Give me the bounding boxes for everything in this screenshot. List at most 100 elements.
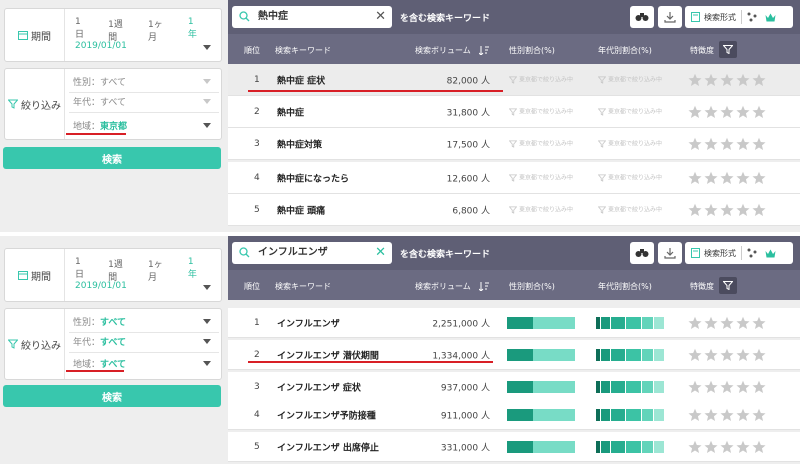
age-select[interactable]: 年代：すべて	[69, 95, 219, 113]
star-icon[interactable]	[688, 137, 702, 151]
star-icon[interactable]	[688, 380, 702, 394]
tab-1day[interactable]: 1日	[75, 17, 86, 43]
star-icon[interactable]	[720, 171, 734, 185]
star-icon[interactable]	[688, 316, 702, 330]
region-select[interactable]: 地域：すべて	[69, 357, 219, 375]
search-button[interactable]: 検索	[3, 147, 221, 169]
star-icon[interactable]	[752, 137, 766, 151]
star-icon[interactable]	[720, 137, 734, 151]
star-icon[interactable]	[720, 203, 734, 217]
star-icon[interactable]	[736, 203, 750, 217]
star-icon[interactable]	[736, 73, 750, 87]
star-icon[interactable]	[704, 440, 718, 454]
star-icon[interactable]	[704, 171, 718, 185]
star-icon[interactable]	[736, 171, 750, 185]
download-button[interactable]	[658, 242, 682, 264]
star-icon[interactable]	[752, 171, 766, 185]
star-icon[interactable]	[704, 137, 718, 151]
table-row[interactable]: 4 インフルエンザ予防接種 911,000 人	[228, 400, 800, 430]
row-keyword[interactable]: 熱中症になったら	[277, 171, 349, 184]
star-icon[interactable]	[736, 380, 750, 394]
star-icon[interactable]	[752, 380, 766, 394]
row-keyword[interactable]: 熱中症	[277, 105, 304, 118]
star-icon[interactable]	[720, 440, 734, 454]
tab-1year[interactable]: 1年	[188, 17, 199, 43]
sort-icon[interactable]	[479, 282, 489, 291]
tab-1month[interactable]: 1ヶ月	[148, 17, 166, 43]
star-icon[interactable]	[688, 440, 702, 454]
star-icon[interactable]	[704, 408, 718, 422]
star-icon[interactable]	[736, 408, 750, 422]
table-row[interactable]: 1 インフルエンザ 2,251,000 人	[228, 308, 800, 338]
star-icon[interactable]	[704, 203, 718, 217]
star-icon[interactable]	[704, 348, 718, 362]
star-icon[interactable]	[688, 408, 702, 422]
star-icon[interactable]	[736, 105, 750, 119]
feature-filter-button[interactable]	[719, 277, 737, 294]
star-icon[interactable]	[752, 348, 766, 362]
star-icon[interactable]	[752, 105, 766, 119]
table-row[interactable]: 3 熱中症対策 17,500 人 東京都で絞り込み中 東京都で絞り込み中	[228, 128, 800, 160]
star-icon[interactable]	[736, 316, 750, 330]
star-icon[interactable]	[688, 348, 702, 362]
search-input[interactable]: 熱中症 ✕	[232, 6, 392, 28]
sort-icon[interactable]	[479, 46, 489, 55]
tab-1day[interactable]: 1日	[75, 257, 86, 283]
star-icon[interactable]	[720, 408, 734, 422]
search-button[interactable]: 検索	[3, 385, 221, 407]
tab-1month[interactable]: 1ヶ月	[148, 257, 166, 283]
tab-1week[interactable]: 1週間	[108, 17, 126, 43]
close-icon[interactable]: ✕	[375, 6, 386, 28]
star-icon[interactable]	[720, 348, 734, 362]
star-icon[interactable]	[720, 316, 734, 330]
search-input[interactable]: インフルエンザ ✕	[232, 242, 392, 264]
table-row[interactable]: 2 熱中症 31,800 人 東京都で絞り込み中 東京都で絞り込み中	[228, 96, 800, 128]
star-icon[interactable]	[688, 203, 702, 217]
binoculars-button[interactable]	[630, 242, 654, 264]
age-select[interactable]: 年代：すべて	[69, 335, 219, 353]
date-select[interactable]: 2019/01/01	[69, 281, 219, 299]
star-icon[interactable]	[752, 440, 766, 454]
download-button[interactable]	[658, 6, 682, 28]
star-icon[interactable]	[720, 73, 734, 87]
star-icon[interactable]	[736, 348, 750, 362]
star-icon[interactable]	[736, 137, 750, 151]
star-icon[interactable]	[688, 105, 702, 119]
star-icon[interactable]	[688, 73, 702, 87]
tab-1year[interactable]: 1年	[188, 257, 199, 283]
row-keyword[interactable]: インフルエンザ 症状	[277, 380, 361, 393]
row-keyword[interactable]: 熱中症対策	[277, 137, 322, 150]
star-icon[interactable]	[752, 316, 766, 330]
star-icon[interactable]	[688, 171, 702, 185]
row-keyword[interactable]: インフルエンザ 出席停止	[277, 440, 379, 453]
format-button[interactable]: 検索形式	[685, 6, 793, 28]
table-row[interactable]: 2 インフルエンザ 潜伏期間 1,334,000 人	[228, 340, 800, 370]
row-keyword[interactable]: 熱中症 頭痛	[277, 203, 325, 216]
star-icon[interactable]	[720, 105, 734, 119]
star-icon[interactable]	[704, 316, 718, 330]
star-icon[interactable]	[704, 73, 718, 87]
star-icon[interactable]	[704, 105, 718, 119]
date-select[interactable]: 2019/01/01	[69, 41, 219, 59]
gender-select[interactable]: 性別：すべて	[69, 75, 219, 93]
star-icon[interactable]	[720, 380, 734, 394]
star-icon[interactable]	[704, 380, 718, 394]
row-keyword[interactable]: インフルエンザ 潜伏期間	[277, 348, 379, 361]
star-icon[interactable]	[752, 408, 766, 422]
close-icon[interactable]: ✕	[375, 242, 386, 264]
row-keyword[interactable]: インフルエンザ予防接種	[277, 408, 376, 421]
star-icon[interactable]	[752, 73, 766, 87]
row-keyword[interactable]: 熱中症 症状	[277, 73, 325, 86]
row-keyword[interactable]: インフルエンザ	[277, 316, 340, 329]
table-row[interactable]: 5 熱中症 頭痛 6,800 人 東京都で絞り込み中 東京都で絞り込み中	[228, 194, 800, 226]
table-row[interactable]: 3 インフルエンザ 症状 937,000 人	[228, 372, 800, 402]
star-icon[interactable]	[736, 440, 750, 454]
gender-select[interactable]: 性別：すべて	[69, 315, 219, 333]
format-button[interactable]: 検索形式	[685, 242, 793, 264]
table-row[interactable]: 5 インフルエンザ 出席停止 331,000 人	[228, 432, 800, 462]
star-icon[interactable]	[752, 203, 766, 217]
table-row[interactable]: 4 熱中症になったら 12,600 人 東京都で絞り込み中 東京都で絞り込み中	[228, 162, 800, 194]
tab-1week[interactable]: 1週間	[108, 257, 126, 283]
binoculars-button[interactable]	[630, 6, 654, 28]
feature-filter-button[interactable]	[719, 41, 737, 58]
